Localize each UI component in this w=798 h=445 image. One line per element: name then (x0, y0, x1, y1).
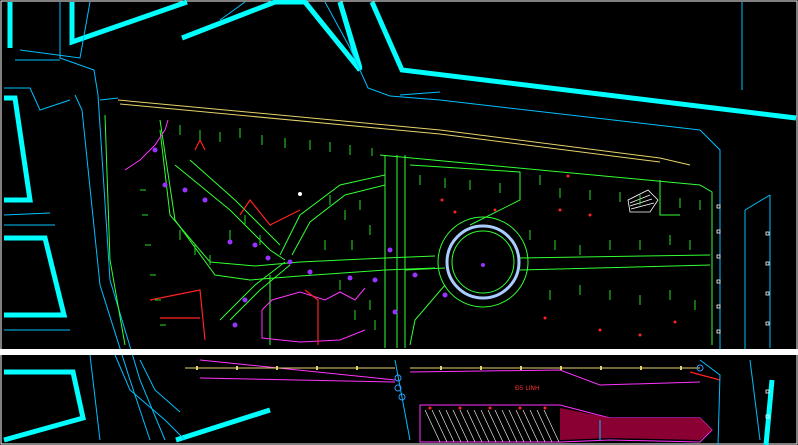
parking-area (419, 404, 713, 443)
trees (140, 125, 701, 330)
parking-fill (560, 408, 712, 440)
roundabout (437, 216, 529, 308)
survey-point (298, 192, 302, 196)
viewport-split-bar[interactable] (0, 349, 798, 355)
parking-posts (716, 204, 770, 419)
site-boundary (117, 99, 691, 166)
street-name-label: Đ5 LINH (515, 385, 540, 392)
amphitheater (627, 189, 659, 213)
tree-row-mid (324, 195, 696, 330)
building-outlines-cyan (3, 0, 797, 445)
lamp-markers (152, 147, 448, 328)
utility-lines (149, 138, 721, 381)
cad-drawing-canvas[interactable]: Đ5 LINH (0, 0, 798, 445)
tree-row-top (179, 125, 701, 210)
road-curbs (3, 1, 771, 441)
tree-row-left (140, 189, 261, 326)
cad-drawing-viewport[interactable]: Đ5 LINH (0, 0, 798, 445)
park-paths (104, 114, 713, 348)
magenta-lines (124, 119, 701, 386)
